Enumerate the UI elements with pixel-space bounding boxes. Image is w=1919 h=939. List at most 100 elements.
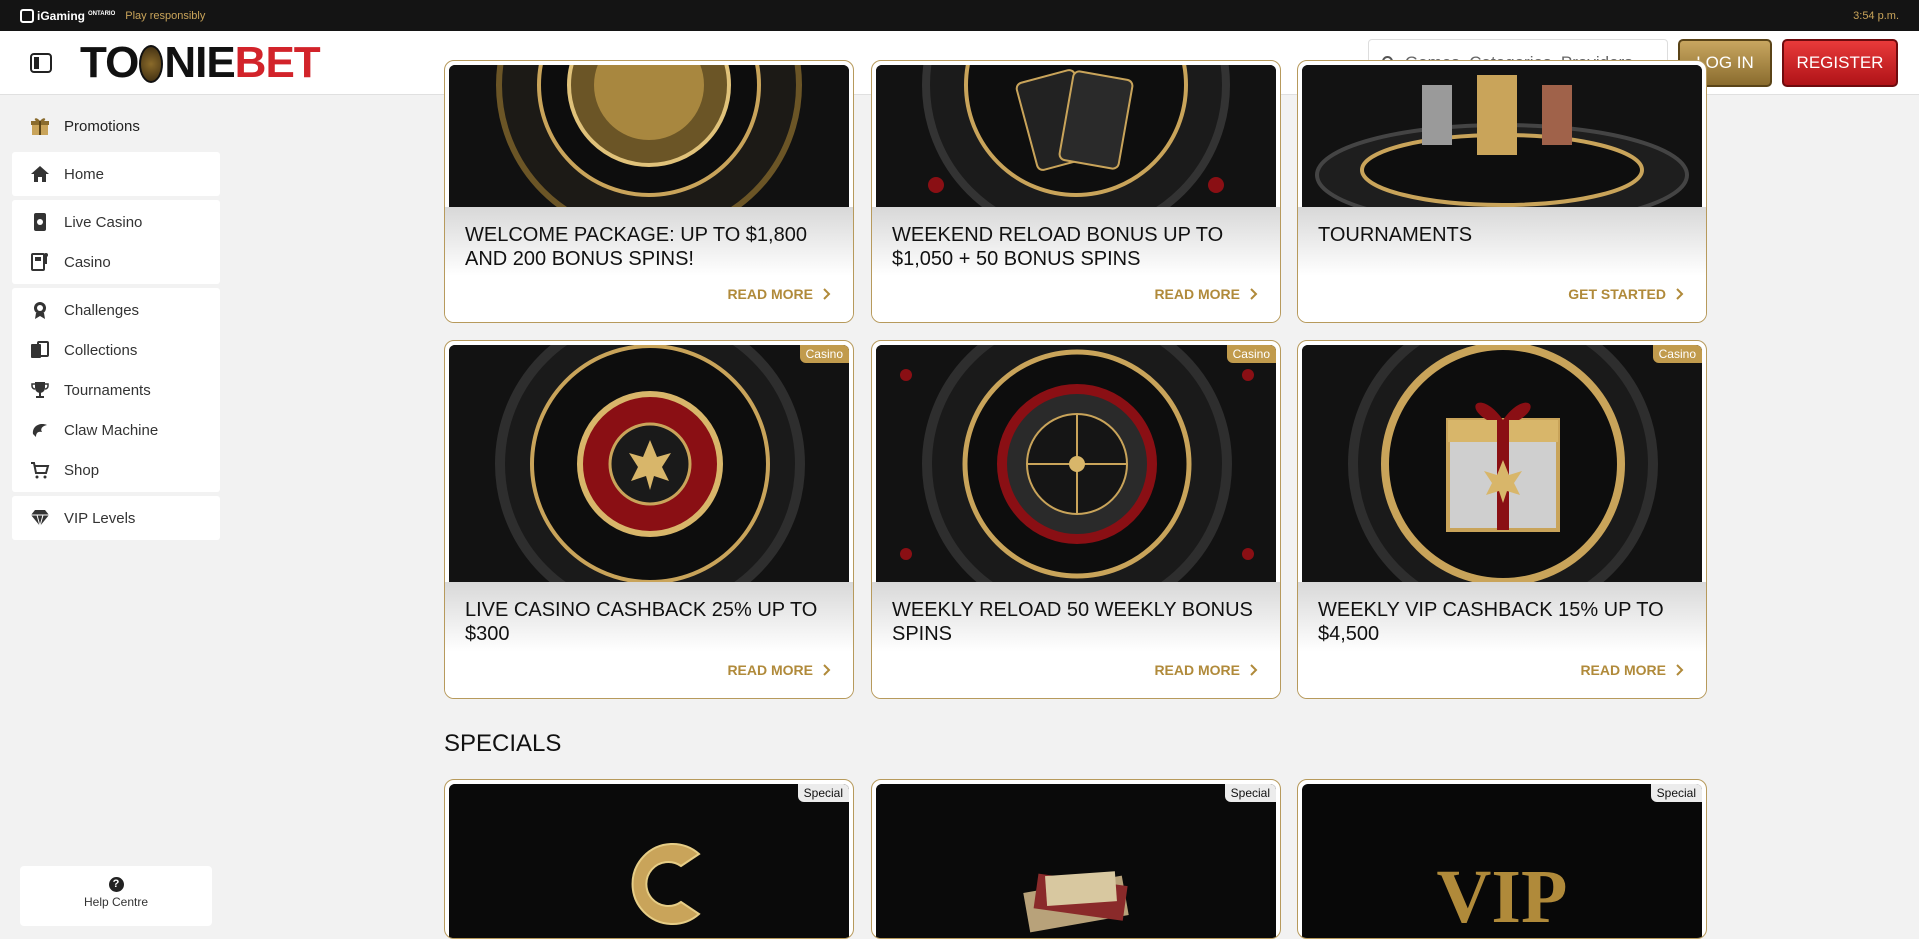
promo-title: WEEKLY VIP CASHBACK 15% UP TO $4,500: [1318, 599, 1664, 645]
logo-text-nie: NIE: [164, 38, 235, 87]
toniebet-logo[interactable]: TO NIEBET: [80, 38, 321, 87]
promo-image-welcome: [449, 65, 849, 213]
medal-icon: [30, 300, 50, 320]
sidebar-item-live-casino[interactable]: Live Casino: [12, 202, 220, 242]
igaming-brand-text: iGaming: [37, 8, 86, 23]
home-icon: [30, 164, 50, 184]
promo-title: TOURNAMENTS: [1318, 224, 1473, 246]
sidebar-group-promotions: Promotions: [12, 104, 220, 148]
sidebar-group-home: Home: [12, 152, 220, 196]
promo-image-tournaments: [1302, 65, 1702, 213]
promo-title: LIVE CASINO CASHBACK 25% UP TO $300: [465, 599, 818, 645]
cart-icon: [30, 460, 50, 480]
promo-card[interactable]: Casino WEEKLY RELOAD 50 WEEKLY BONUS SPI…: [871, 340, 1281, 699]
read-more-link[interactable]: READ MORE: [727, 286, 831, 302]
special-card[interactable]: Special VIP: [1297, 779, 1707, 939]
promo-card[interactable]: TOURNAMENTS GET STARTED: [1297, 60, 1707, 323]
sidebar-item-shop[interactable]: Shop: [12, 450, 220, 490]
special-badge: Special: [1650, 784, 1702, 802]
read-more-label: READ MORE: [1154, 662, 1240, 678]
loonie-coin-icon: [139, 45, 164, 83]
category-badge: Casino: [1652, 345, 1702, 363]
clock: 3:54 p.m.: [1853, 9, 1899, 22]
promo-card[interactable]: WELCOME PACKAGE: UP TO $1,800 AND 200 BO…: [444, 60, 854, 323]
promo-image-weekly-reload: [876, 345, 1276, 584]
sidebar-item-label: Challenges: [64, 301, 140, 319]
sidebar-toggle-icon[interactable]: [30, 53, 52, 73]
promo-card[interactable]: Casino LIVE CASINO CASHBACK 25% UP TO $3…: [444, 340, 854, 699]
chevron-right-icon: [1676, 288, 1684, 300]
special-card[interactable]: Special: [444, 779, 854, 939]
igaming-ontario-text: ONTARIO: [88, 10, 116, 17]
promo-card[interactable]: WEEKEND RELOAD BONUS UP TO $1,050 + 50 B…: [871, 60, 1281, 323]
help-centre-button[interactable]: ? Help Centre: [20, 866, 212, 926]
sidebar-item-label: Shop: [64, 461, 100, 479]
question-icon: ?: [108, 877, 124, 892]
gift-icon: [30, 116, 50, 136]
chevron-right-icon: [1250, 288, 1258, 300]
sidebar: Promotions Home Live Casino Casino Chall…: [12, 104, 220, 544]
category-badge: Casino: [1226, 345, 1276, 363]
get-started-link[interactable]: GET STARTED: [1568, 286, 1684, 302]
promo-info: WELCOME PACKAGE: UP TO $1,800 AND 200 BO…: [445, 207, 853, 322]
sidebar-item-tournaments[interactable]: Tournaments: [12, 370, 220, 410]
read-more-label: READ MORE: [727, 286, 813, 302]
register-button[interactable]: REGISTER: [1782, 39, 1898, 87]
promo-info: WEEKLY RELOAD 50 WEEKLY BONUS SPINS READ…: [872, 582, 1280, 698]
promo-info: TOURNAMENTS GET STARTED: [1298, 207, 1706, 322]
cards-icon: [30, 340, 50, 360]
sidebar-item-label: Claw Machine: [64, 421, 159, 439]
top-strip: iGaming ONTARIO Play responsibly 3:54 p.…: [0, 0, 1919, 31]
promo-image-weekend-reload: [876, 65, 1276, 213]
slot-machine-icon: [30, 252, 50, 272]
special-card[interactable]: Special: [871, 779, 1281, 939]
live-casino-icon: [30, 212, 50, 232]
claw-icon: [30, 420, 50, 440]
category-badge: Casino: [799, 345, 849, 363]
promo-info: WEEKLY VIP CASHBACK 15% UP TO $4,500 REA…: [1298, 582, 1706, 698]
chevron-right-icon: [823, 664, 831, 676]
read-more-label: READ MORE: [1154, 286, 1240, 302]
read-more-label: READ MORE: [727, 662, 813, 678]
sidebar-group-casino: Live Casino Casino: [12, 200, 220, 284]
chevron-right-icon: [1676, 664, 1684, 676]
sidebar-item-claw-machine[interactable]: Claw Machine: [12, 410, 220, 450]
logo-text-to: TO: [80, 38, 139, 87]
read-more-link[interactable]: READ MORE: [1580, 662, 1684, 678]
sidebar-item-label: Tournaments: [64, 381, 151, 399]
igaming-icon: [20, 8, 34, 23]
read-more-link[interactable]: READ MORE: [1154, 662, 1258, 678]
diamond-icon: [30, 508, 50, 528]
read-more-link[interactable]: READ MORE: [1154, 286, 1258, 302]
sidebar-item-label: Casino: [64, 253, 111, 271]
get-started-label: GET STARTED: [1568, 286, 1666, 302]
special-badge: Special: [797, 784, 849, 802]
sidebar-item-label: Promotions: [64, 117, 140, 135]
vip-image-text: VIP: [1436, 855, 1568, 939]
specials-heading: SPECIALS: [444, 730, 562, 757]
trophy-icon: [30, 380, 50, 400]
sidebar-item-label: Home: [64, 165, 105, 183]
promo-title: WEEKLY RELOAD 50 WEEKLY BONUS SPINS: [892, 599, 1253, 645]
igaming-ontario-logo: iGaming ONTARIO: [20, 8, 116, 23]
promo-title: WEEKEND RELOAD BONUS UP TO $1,050 + 50 B…: [892, 224, 1224, 270]
promo-image-vip-cashback: [1302, 345, 1702, 584]
read-more-link[interactable]: READ MORE: [727, 662, 831, 678]
promo-info: LIVE CASINO CASHBACK 25% UP TO $300 READ…: [445, 582, 853, 698]
sidebar-group-vip: VIP Levels: [12, 496, 220, 540]
sidebar-item-promotions[interactable]: Promotions: [12, 106, 220, 146]
sidebar-item-collections[interactable]: Collections: [12, 330, 220, 370]
help-centre-label: Help Centre: [83, 895, 149, 909]
chevron-right-icon: [1250, 664, 1258, 676]
promo-info: WEEKEND RELOAD BONUS UP TO $1,050 + 50 B…: [872, 207, 1280, 322]
chevron-right-icon: [823, 288, 831, 300]
sidebar-item-challenges[interactable]: Challenges: [12, 290, 220, 330]
sidebar-item-casino[interactable]: Casino: [12, 242, 220, 282]
sidebar-item-vip-levels[interactable]: VIP Levels: [12, 498, 220, 538]
logo-text-bet: BET: [234, 38, 321, 87]
promo-card[interactable]: Casino WEEKLY VIP CASHBACK 15% UP TO $4,…: [1297, 340, 1707, 699]
sidebar-item-label: VIP Levels: [64, 509, 136, 527]
promo-title: WELCOME PACKAGE: UP TO $1,800 AND 200 BO…: [465, 224, 807, 270]
play-responsibly-link[interactable]: Play responsibly: [125, 10, 205, 22]
sidebar-item-home[interactable]: Home: [12, 154, 220, 194]
